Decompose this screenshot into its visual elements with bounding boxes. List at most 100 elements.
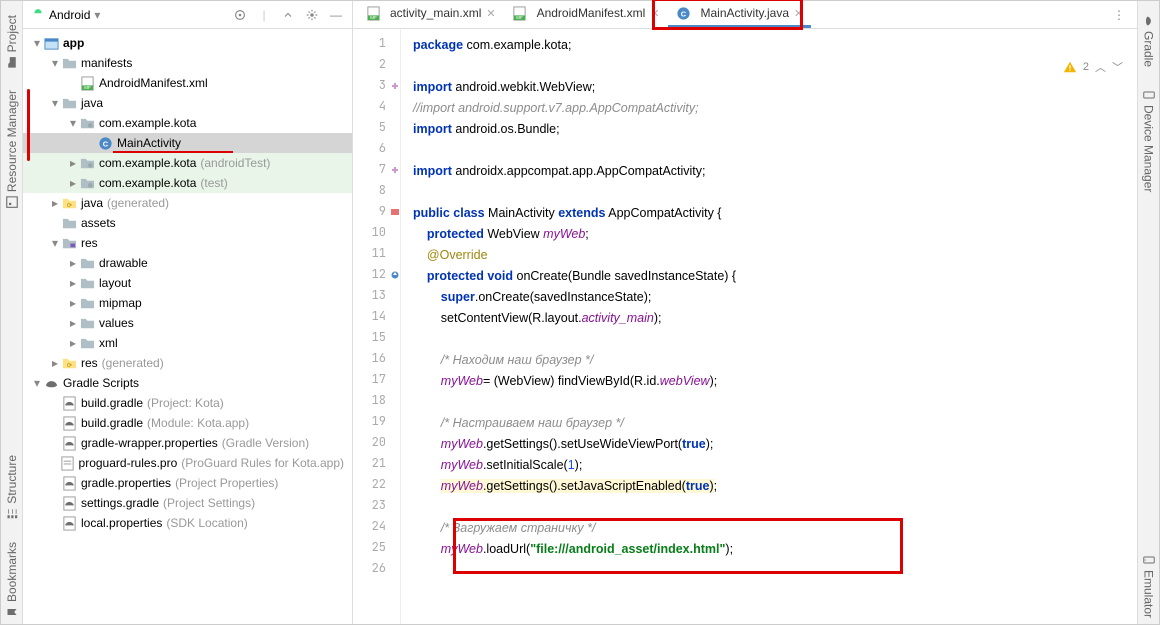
tree-node-gradle-scripts[interactable]: ▾Gradle Scripts — [23, 373, 352, 393]
code-line[interactable]: @Override — [413, 245, 1137, 266]
project-toolwindow-tab[interactable]: Project — [3, 9, 21, 74]
gutter-line[interactable]: 20 — [353, 434, 400, 455]
chevron-icon[interactable]: ▸ — [49, 196, 61, 210]
chevron-up-icon[interactable]: ︿ — [1095, 59, 1106, 75]
code-line[interactable]: /* Находим наш браузер */ — [413, 350, 1137, 371]
gutter-line[interactable]: 24 — [353, 518, 400, 539]
code-line[interactable] — [413, 497, 1137, 518]
impl-gutter-icon[interactable] — [388, 205, 400, 221]
gutter-line[interactable]: 12 — [353, 266, 400, 287]
chevron-icon[interactable]: ▸ — [67, 276, 79, 290]
code-line[interactable]: myWeb.setInitialScale(1); — [413, 455, 1137, 476]
code-line[interactable] — [413, 392, 1137, 413]
sidebar-title[interactable]: Android — [49, 8, 90, 22]
chevron-icon[interactable]: ▾ — [31, 376, 43, 390]
gutter-line[interactable]: 10 — [353, 224, 400, 245]
code-line[interactable]: protected void onCreate(Bundle savedInst… — [413, 266, 1137, 287]
gutter-line[interactable]: 8 — [353, 182, 400, 203]
tree-node-xml[interactable]: ▸xml — [23, 333, 352, 353]
code-line[interactable]: protected WebView myWeb; — [413, 224, 1137, 245]
code-line[interactable]: super.onCreate(savedInstanceState); — [413, 287, 1137, 308]
gutter-line[interactable]: 21 — [353, 455, 400, 476]
tree-node-settings-gradle[interactable]: settings.gradle(Project Settings) — [23, 493, 352, 513]
code-line[interactable]: myWeb.getSettings().setUseWideViewPort(t… — [413, 434, 1137, 455]
resource-manager-tab[interactable]: Resource Manager — [3, 84, 21, 214]
code-line[interactable]: /* Загружаем страничку */ — [413, 518, 1137, 539]
dropdown-icon[interactable]: ▾ — [94, 8, 100, 22]
code-editor[interactable]: 1234567891011121314151617181920212223242… — [353, 29, 1137, 624]
code-line[interactable]: import android.os.Bundle; — [413, 119, 1137, 140]
tree-node-values[interactable]: ▸values — [23, 313, 352, 333]
chevron-icon[interactable]: ▸ — [67, 156, 79, 170]
gutter-line[interactable]: 17 — [353, 371, 400, 392]
hide-icon[interactable]: — — [328, 7, 344, 23]
tree-node-gradle-properties[interactable]: gradle.properties(Project Properties) — [23, 473, 352, 493]
chevron-icon[interactable]: ▸ — [67, 296, 79, 310]
gutter-line[interactable]: 19 — [353, 413, 400, 434]
gutter-line[interactable]: 2 — [353, 56, 400, 77]
tree-node-mipmap[interactable]: ▸mipmap — [23, 293, 352, 313]
tree-node-com-example-kota[interactable]: ▾com.example.kota — [23, 113, 352, 133]
gutter-line[interactable]: 9 — [353, 203, 400, 224]
gutter-line[interactable]: 5 — [353, 119, 400, 140]
tree-node-local-properties[interactable]: local.properties(SDK Location) — [23, 513, 352, 533]
structure-toolwindow-tab[interactable]: Structure — [3, 449, 21, 526]
gradle-toolwindow-tab[interactable]: Gradle — [1140, 9, 1158, 73]
code-line[interactable]: myWeb= (WebView) findViewById(R.id.webVi… — [413, 371, 1137, 392]
chevron-icon[interactable]: ▾ — [49, 236, 61, 250]
code-line[interactable] — [413, 140, 1137, 161]
tree-node-manifests[interactable]: ▾manifests — [23, 53, 352, 73]
code-line[interactable] — [413, 560, 1137, 581]
target-icon[interactable] — [232, 7, 248, 23]
code-line[interactable]: myWeb.loadUrl("file:///android_asset/ind… — [413, 539, 1137, 560]
editor-tab-mainactivity-java[interactable]: CMainActivity.java✕ — [668, 1, 812, 28]
gutter-line[interactable]: 15 — [353, 329, 400, 350]
code-content[interactable]: package com.example.kota; import android.… — [401, 29, 1137, 624]
gutter-line[interactable]: 23 — [353, 497, 400, 518]
code-line[interactable]: setContentView(R.layout.activity_main); — [413, 308, 1137, 329]
gutter-line[interactable]: 14 — [353, 308, 400, 329]
chevron-icon[interactable]: ▸ — [67, 316, 79, 330]
gutter-line[interactable]: 1 — [353, 35, 400, 56]
chevron-icon[interactable]: ▸ — [67, 256, 79, 270]
code-line[interactable]: package com.example.kota; — [413, 35, 1137, 56]
tree-node-proguard-rules-pro[interactable]: proguard-rules.pro(ProGuard Rules for Ko… — [23, 453, 352, 473]
tree-node-build-gradle[interactable]: build.gradle(Project: Kota) — [23, 393, 352, 413]
tree-node-drawable[interactable]: ▸drawable — [23, 253, 352, 273]
gutter-line[interactable]: 3 — [353, 77, 400, 98]
gutter-line[interactable]: 25 — [353, 539, 400, 560]
code-line[interactable]: public class MainActivity extends AppCom… — [413, 203, 1137, 224]
project-tree[interactable]: ▾app▾manifestsMFAndroidManifest.xml▾java… — [23, 29, 352, 624]
editor-tab-activity-main-xml[interactable]: MFactivity_main.xml✕ — [357, 1, 504, 28]
chevron-icon[interactable]: ▸ — [67, 336, 79, 350]
over-gutter-icon[interactable] — [388, 268, 400, 284]
tree-node-java[interactable]: ▸⟳java(generated) — [23, 193, 352, 213]
emulator-toolwindow-tab[interactable]: Emulator — [1140, 548, 1158, 624]
code-line[interactable]: myWeb.getSettings().setJavaScriptEnabled… — [413, 476, 1137, 497]
editor-tab-androidmanifest-xml[interactable]: MFAndroidManifest.xml✕ — [504, 1, 668, 28]
gutter-line[interactable]: 7 — [353, 161, 400, 182]
code-line[interactable]: /* Настраиваем наш браузер */ — [413, 413, 1137, 434]
gutter-line[interactable]: 26 — [353, 560, 400, 581]
code-line[interactable]: import android.webkit.WebView; — [413, 77, 1137, 98]
chevron-icon[interactable]: ▾ — [67, 116, 79, 130]
tree-node-androidmanifest-xml[interactable]: MFAndroidManifest.xml — [23, 73, 352, 93]
close-icon[interactable]: ✕ — [650, 7, 659, 20]
gutter-line[interactable]: 16 — [353, 350, 400, 371]
tree-node-com-example-kota[interactable]: ▸com.example.kota(test) — [23, 173, 352, 193]
expand-icon[interactable] — [280, 7, 296, 23]
bookmarks-toolwindow-tab[interactable]: Bookmarks — [3, 536, 21, 624]
tree-node-app[interactable]: ▾app — [23, 33, 352, 53]
tree-node-res[interactable]: ▾res — [23, 233, 352, 253]
gutter[interactable]: 1234567891011121314151617181920212223242… — [353, 29, 401, 624]
gutter-line[interactable]: 22 — [353, 476, 400, 497]
chevron-icon[interactable]: ▸ — [49, 356, 61, 370]
tree-node-mainactivity[interactable]: CMainActivity — [23, 133, 352, 153]
close-icon[interactable]: ✕ — [794, 7, 803, 20]
kebab-icon[interactable]: ⋮ — [1105, 1, 1133, 28]
gutter-line[interactable]: 18 — [353, 392, 400, 413]
gear-icon[interactable] — [304, 7, 320, 23]
device-manager-tab[interactable]: Device Manager — [1140, 83, 1158, 198]
chevron-down-icon[interactable]: ﹀ — [1112, 59, 1123, 75]
gutter-line[interactable]: 4 — [353, 98, 400, 119]
